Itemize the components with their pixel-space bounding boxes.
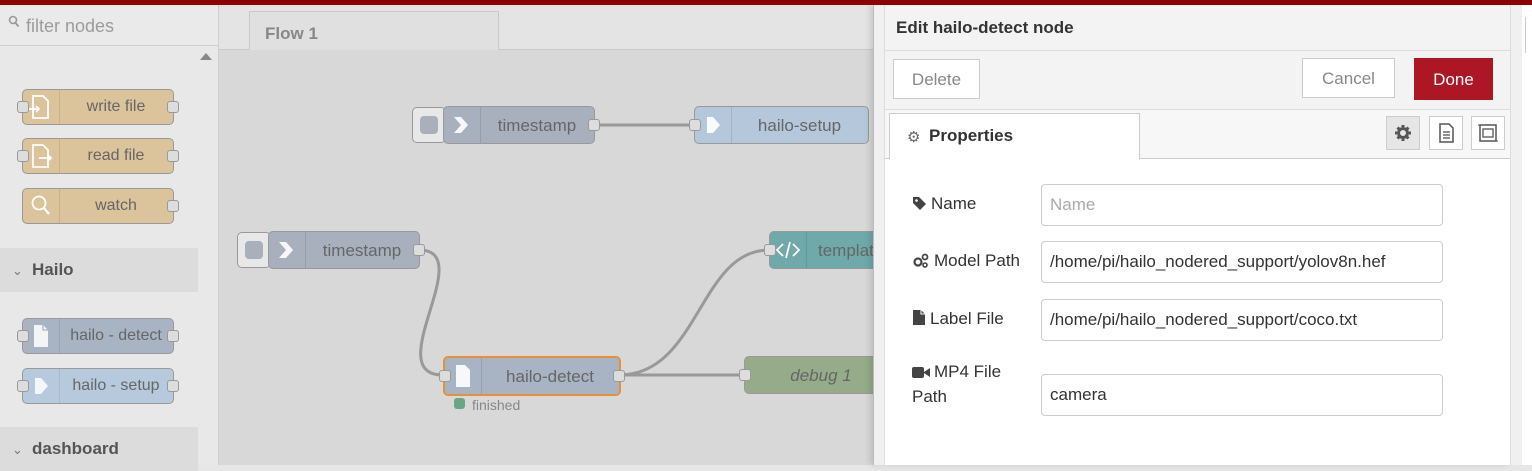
- output-port[interactable]: [413, 244, 425, 256]
- palette-category-hailo[interactable]: ⌄ Hailo: [0, 248, 198, 292]
- document-icon: [1439, 123, 1454, 143]
- node-status-text: finished: [472, 397, 521, 413]
- tag-icon: [913, 197, 926, 210]
- flow-node-hailo-detect[interactable]: hailo-detect: [439, 356, 625, 396]
- cancel-button[interactable]: Cancel: [1302, 58, 1395, 98]
- node-label: template: [818, 241, 879, 260]
- model-path-field[interactable]: [1041, 241, 1443, 283]
- tray-tabs: ⚙ Properties: [885, 110, 1511, 160]
- write-file-icon: [23, 90, 60, 124]
- inject-button[interactable]: [412, 107, 446, 143]
- video-camera-icon: [912, 367, 930, 378]
- delete-button[interactable]: Delete: [893, 59, 980, 99]
- node-label: hailo-detect: [506, 367, 594, 386]
- mp4-path-field[interactable]: [1041, 374, 1443, 416]
- sidebar-edge: [1522, 5, 1532, 465]
- palette-node-watch[interactable]: watch: [22, 188, 179, 224]
- read-file-icon: [23, 139, 60, 173]
- category-title: dashboard: [32, 439, 119, 458]
- palette-category-dashboard[interactable]: ⌄ dashboard: [0, 427, 198, 471]
- palette-node-label: watch: [95, 197, 137, 214]
- appearance-icon: [1478, 124, 1498, 142]
- node-label: debug 1: [790, 366, 852, 385]
- arrow-right-icon: [269, 232, 306, 268]
- settings-tab-button[interactable]: [1386, 116, 1420, 150]
- flow-workspace: Flow 1 timestamp hailo-setup timestamp t…: [219, 5, 879, 465]
- tray-resize-handle[interactable]: [874, 5, 885, 465]
- output-port: [167, 101, 179, 113]
- palette-node-hailo-detect[interactable]: hailo - detect: [17, 318, 179, 354]
- tray-toolbar: Delete Cancel Done: [885, 51, 1511, 110]
- name-label: Name: [912, 194, 976, 214]
- file-icon: [445, 358, 482, 394]
- gears-icon: [913, 253, 929, 268]
- tab-label: Flow 1: [265, 24, 318, 43]
- category-title: Hailo: [32, 260, 74, 279]
- code-icon: [770, 232, 807, 268]
- palette-node-label: write file: [86, 98, 146, 115]
- palette-node-label: hailo - setup: [72, 377, 160, 394]
- palette-node-write-file[interactable]: write file: [17, 89, 179, 125]
- arrow-right-icon: [444, 107, 481, 143]
- tab-flow-1[interactable]: Flow 1: [249, 11, 499, 51]
- workspace-tabs: Flow 1: [219, 5, 879, 51]
- arrow-right-icon: [23, 369, 60, 403]
- output-port: [167, 330, 179, 342]
- output-port: [167, 150, 179, 162]
- tab-label: Properties: [929, 126, 1014, 145]
- status-indicator: [454, 398, 465, 409]
- output-port[interactable]: [588, 119, 600, 131]
- palette-filter[interactable]: filter nodes: [0, 5, 218, 46]
- description-tab-button[interactable]: [1429, 116, 1463, 150]
- palette-node-read-file[interactable]: read file: [17, 138, 179, 174]
- search-icon: [23, 189, 60, 223]
- inject-button[interactable]: [237, 232, 271, 268]
- done-button[interactable]: Done: [1414, 58, 1493, 100]
- label-file-label: Label File: [912, 309, 1004, 329]
- arrow-right-icon: [695, 107, 732, 143]
- file-icon: [913, 310, 925, 325]
- flow-node-timestamp-1[interactable]: timestamp: [443, 106, 600, 144]
- chevron-down-icon: ⌄: [12, 442, 23, 457]
- node-label: hailo-setup: [757, 116, 842, 135]
- edit-tray: Edit hailo-detect node Delete Cancel Don…: [873, 5, 1511, 465]
- palette-node-label: hailo - detect: [70, 327, 162, 344]
- tray-title: Edit hailo-detect node: [896, 18, 1074, 37]
- output-port[interactable]: [613, 370, 625, 382]
- chevron-down-icon: ⌄: [12, 263, 23, 278]
- flow-node-timestamp-2[interactable]: timestamp: [268, 231, 425, 269]
- gear-icon: [1395, 125, 1411, 141]
- label-file-field[interactable]: [1041, 299, 1443, 341]
- flow-canvas[interactable]: timestamp hailo-setup timestamp template…: [219, 50, 879, 465]
- flow-node-debug[interactable]: debug 1: [739, 356, 879, 394]
- palette-node-label: read file: [87, 147, 145, 164]
- scroll-up-icon[interactable]: [200, 53, 212, 60]
- flow-node-template[interactable]: template: [764, 231, 879, 269]
- file-icon: [23, 319, 60, 353]
- tray-header: Edit hailo-detect node: [885, 5, 1511, 51]
- tab-properties[interactable]: ⚙ Properties: [889, 113, 1140, 160]
- name-field[interactable]: [1041, 184, 1443, 226]
- node-label: timestamp: [322, 241, 402, 260]
- flow-node-hailo-setup[interactable]: hailo-setup: [689, 106, 869, 144]
- palette-node-hailo-setup[interactable]: hailo - setup: [17, 368, 179, 404]
- appearance-tab-button[interactable]: [1471, 116, 1505, 150]
- model-path-label: Model Path: [912, 251, 1020, 271]
- output-port: [167, 380, 179, 392]
- search-icon: [8, 15, 20, 28]
- node-palette: filter nodes write file read file watch …: [0, 5, 219, 471]
- filter-input[interactable]: filter nodes: [26, 16, 114, 37]
- mp4-path-label: MP4 File Path: [912, 362, 1002, 406]
- gear-icon: ⚙: [907, 129, 921, 146]
- node-label: timestamp: [497, 116, 577, 135]
- output-port: [167, 200, 179, 212]
